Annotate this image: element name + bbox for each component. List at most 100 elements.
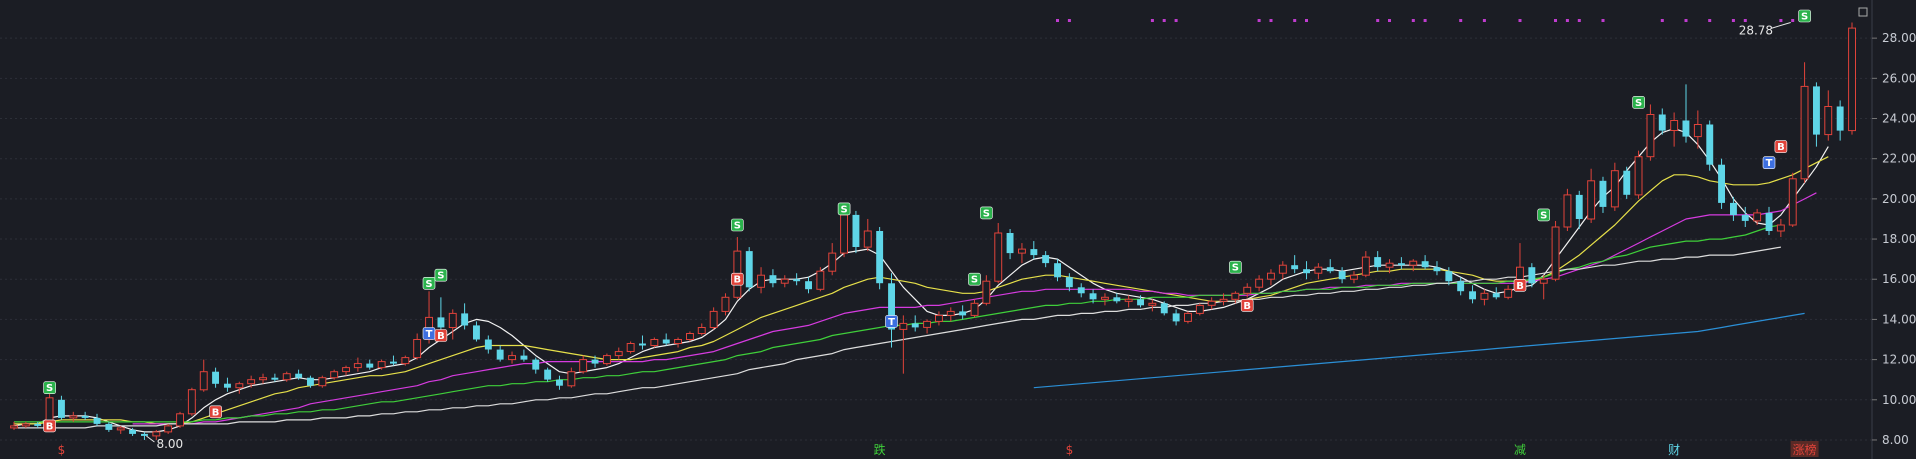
candle[interactable] xyxy=(1788,172,1797,227)
candle[interactable] xyxy=(567,367,576,388)
candle[interactable] xyxy=(650,337,659,348)
candle[interactable] xyxy=(1326,259,1334,274)
candle[interactable] xyxy=(212,367,219,388)
candle[interactable] xyxy=(1398,257,1405,270)
signal-s[interactable]: S xyxy=(1798,9,1811,23)
candle[interactable] xyxy=(852,210,860,254)
candle[interactable] xyxy=(1361,251,1370,278)
candle[interactable] xyxy=(1730,196,1737,221)
candle[interactable] xyxy=(639,335,646,350)
signals[interactable]: SBBTSSBSBSTSSSBBSSTBS xyxy=(43,9,1811,432)
candle[interactable] xyxy=(1634,150,1643,199)
kline-chart[interactable]: 8.00 10.00 12.00 14.00 16.00 18.00 20.00 22.00 2… xyxy=(0,0,1916,459)
candle[interactable] xyxy=(1160,301,1168,316)
candle[interactable] xyxy=(1006,229,1014,260)
candle[interactable] xyxy=(1374,251,1382,272)
candle[interactable] xyxy=(1148,299,1157,312)
signal-b[interactable]: B xyxy=(434,329,448,343)
candle[interactable] xyxy=(1124,295,1133,308)
candle[interactable] xyxy=(709,307,718,330)
signal-s[interactable]: S xyxy=(43,381,56,395)
candle[interactable] xyxy=(614,347,623,360)
candle[interactable] xyxy=(579,355,588,374)
candle[interactable] xyxy=(1836,100,1844,141)
candle[interactable] xyxy=(1338,267,1346,284)
candles[interactable] xyxy=(10,22,1856,440)
candle[interactable] xyxy=(1670,112,1679,147)
candle[interactable] xyxy=(1291,255,1299,274)
candle[interactable] xyxy=(93,413,101,426)
candle[interactable] xyxy=(816,267,825,292)
candle[interactable] xyxy=(1018,243,1026,264)
candle[interactable] xyxy=(780,275,789,288)
candle[interactable] xyxy=(1255,275,1264,292)
candle[interactable] xyxy=(21,421,30,428)
event-label[interactable]: 跌 xyxy=(874,442,886,457)
candle[interactable] xyxy=(164,423,173,434)
candle[interactable] xyxy=(330,369,339,380)
candle[interactable] xyxy=(1599,176,1607,213)
candle[interactable] xyxy=(697,323,706,336)
corner-square-icon[interactable] xyxy=(1858,7,1868,17)
signal-t[interactable]: T xyxy=(1762,156,1776,170)
signal-b[interactable]: B xyxy=(209,405,222,419)
event-labels[interactable]: $ 跌 $ 减 财 涨榜 xyxy=(58,441,1819,457)
candle[interactable] xyxy=(544,367,552,382)
signal-b[interactable]: B xyxy=(1513,278,1527,292)
candle[interactable] xyxy=(1765,206,1773,236)
candle[interactable] xyxy=(1101,293,1109,306)
candle[interactable] xyxy=(721,293,730,316)
event-label[interactable]: $ xyxy=(58,443,66,457)
candle[interactable] xyxy=(282,371,291,382)
candle[interactable] xyxy=(662,333,670,346)
candle[interactable] xyxy=(390,355,397,366)
candle[interactable] xyxy=(1587,168,1596,223)
candle[interactable] xyxy=(1113,293,1121,304)
signal-s[interactable]: S xyxy=(434,268,448,282)
candle[interactable] xyxy=(508,351,517,364)
candle[interactable] xyxy=(10,421,19,430)
candle[interactable] xyxy=(1504,285,1513,300)
candle[interactable] xyxy=(1314,263,1323,280)
signal-s[interactable]: S xyxy=(1632,96,1645,109)
candle[interactable] xyxy=(982,275,991,306)
candle[interactable] xyxy=(1195,303,1204,316)
candle[interactable] xyxy=(1848,22,1856,135)
candle[interactable] xyxy=(224,377,231,392)
candle[interactable] xyxy=(532,357,540,374)
candle[interactable] xyxy=(1563,188,1572,232)
candle[interactable] xyxy=(1539,275,1548,300)
signal-t[interactable]: T xyxy=(885,315,898,328)
candle[interactable] xyxy=(1042,251,1050,268)
candle[interactable] xyxy=(187,387,196,416)
candle[interactable] xyxy=(1433,261,1441,276)
signal-b[interactable]: B xyxy=(1774,140,1788,154)
candle[interactable] xyxy=(1610,162,1619,211)
candle[interactable] xyxy=(970,299,979,318)
candle[interactable] xyxy=(1800,62,1809,183)
signal-s[interactable]: S xyxy=(422,276,436,290)
candle[interactable] xyxy=(876,227,884,290)
candle[interactable] xyxy=(448,309,457,340)
candle[interactable] xyxy=(1421,255,1429,270)
candle[interactable] xyxy=(1658,108,1666,135)
candle[interactable] xyxy=(863,218,872,252)
candle[interactable] xyxy=(793,273,801,286)
candle[interactable] xyxy=(199,359,208,392)
candle[interactable] xyxy=(366,359,374,370)
candle[interactable] xyxy=(437,297,445,332)
event-label[interactable]: 涨榜 xyxy=(1790,441,1819,457)
candle[interactable] xyxy=(1267,269,1275,286)
candle[interactable] xyxy=(1207,297,1216,310)
candle[interactable] xyxy=(1054,259,1061,282)
signal-s[interactable]: S xyxy=(1229,260,1242,274)
candle[interactable] xyxy=(674,337,682,348)
candle[interactable] xyxy=(828,243,837,276)
candle[interactable] xyxy=(1184,311,1192,324)
candle[interactable] xyxy=(911,315,919,332)
candle[interactable] xyxy=(923,319,931,334)
signal-b[interactable]: B xyxy=(1240,299,1254,312)
candle[interactable] xyxy=(105,421,113,432)
candle[interactable] xyxy=(769,269,777,288)
signal-t[interactable]: T xyxy=(422,327,436,341)
